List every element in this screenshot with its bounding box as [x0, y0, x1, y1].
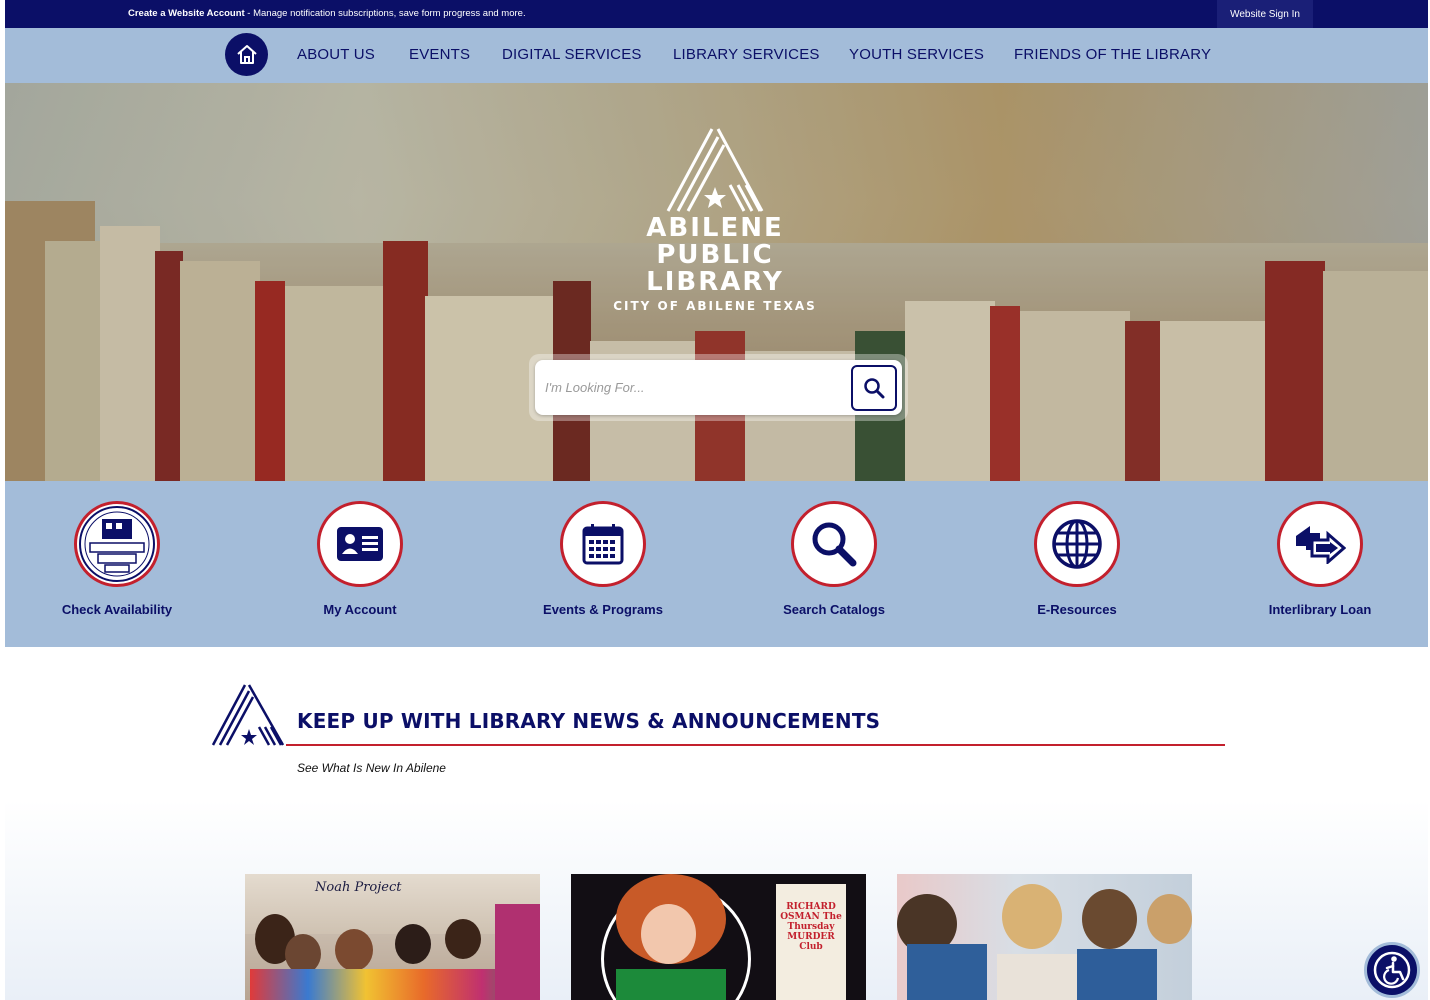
top-utility-bar: Create a Website Account - Manage notifi… [5, 0, 1428, 28]
transfer-arrow-icon [1277, 501, 1363, 587]
nav-digital-services[interactable]: DIGITAL SERVICES [502, 46, 642, 63]
news-card-1[interactable]: Noah Project [245, 874, 540, 1000]
quick-link-search-catalogs[interactable]: Search Catalogs [734, 501, 934, 617]
logo-subtitle: CITY OF ABILENE TEXAS [613, 299, 817, 313]
nav-library-services[interactable]: LIBRARY SERVICES [673, 46, 820, 63]
quick-link-check-availability[interactable]: Check Availability [17, 501, 217, 617]
news-section-title: KEEP UP WITH LIBRARY NEWS & ANNOUNCEMENT… [297, 709, 881, 733]
library-triangle-logo-icon [211, 684, 285, 746]
news-card-2-caption: RICHARD OSMAN The Thursday MURDER Club [780, 902, 842, 952]
quick-link-interlibrary-loan[interactable]: Interlibrary Loan [1220, 501, 1420, 617]
search-container [529, 354, 908, 421]
logo-line-1: ABILENE [646, 213, 784, 243]
nav-about-us[interactable]: ABOUT US [297, 46, 375, 63]
news-card-2-image: RICHARD OSMAN The Thursday MURDER Club [571, 874, 866, 1000]
main-nav: ABOUT US EVENTS DIGITAL SERVICES LIBRARY… [5, 28, 1428, 83]
magnifier-icon [791, 501, 877, 587]
search-button[interactable] [851, 365, 897, 411]
news-card-1-image: Noah Project [245, 874, 540, 1000]
search-icon [864, 378, 885, 399]
library-logo[interactable]: ABILENE PUBLIC LIBRARY CITY OF ABILENE T… [595, 125, 835, 313]
website-sign-in-button[interactable]: Website Sign In [1217, 0, 1313, 28]
calendar-icon [560, 501, 646, 587]
quick-link-label: My Account [323, 602, 397, 617]
news-card-3-image [897, 874, 1192, 1000]
nav-events[interactable]: EVENTS [409, 46, 470, 63]
news-card-2[interactable]: RICHARD OSMAN The Thursday MURDER Club [571, 874, 866, 1000]
imagination-library-icon [74, 501, 160, 587]
library-triangle-logo-icon [666, 128, 764, 212]
news-card-1-caption: Noah Project [315, 880, 402, 895]
quick-link-label: Events & Programs [543, 602, 663, 617]
search-box [535, 360, 902, 415]
quick-link-my-account[interactable]: My Account [260, 501, 460, 617]
id-card-icon [317, 501, 403, 587]
quick-link-events-programs[interactable]: Events & Programs [503, 501, 703, 617]
home-button[interactable] [225, 33, 268, 76]
quick-link-e-resources[interactable]: E-Resources [977, 501, 1177, 617]
home-icon [236, 44, 257, 64]
quick-links: Check Availability My Account Events & P… [5, 481, 1428, 647]
search-input[interactable] [545, 374, 835, 400]
accessibility-icon [1373, 951, 1411, 989]
globe-icon [1034, 501, 1120, 587]
news-card-3[interactable] [897, 874, 1192, 1000]
quick-link-label: Search Catalogs [783, 602, 885, 617]
quick-link-label: Interlibrary Loan [1268, 602, 1372, 617]
logo-line-2: PUBLIC [656, 240, 774, 270]
create-account-link[interactable]: Create a Website Account - Manage notifi… [128, 8, 526, 19]
nav-friends-of-the-library[interactable]: FRIENDS OF THE LIBRARY [1014, 46, 1211, 63]
quick-link-label: Check Availability [61, 602, 173, 617]
quick-link-label: E-Resources [1037, 602, 1117, 617]
logo-line-3: LIBRARY [646, 267, 784, 297]
nav-youth-services[interactable]: YOUTH SERVICES [849, 46, 984, 63]
news-section-subtitle: See What Is New In Abilene [297, 761, 446, 775]
accessibility-button[interactable] [1364, 942, 1420, 998]
news-divider [286, 744, 1225, 746]
